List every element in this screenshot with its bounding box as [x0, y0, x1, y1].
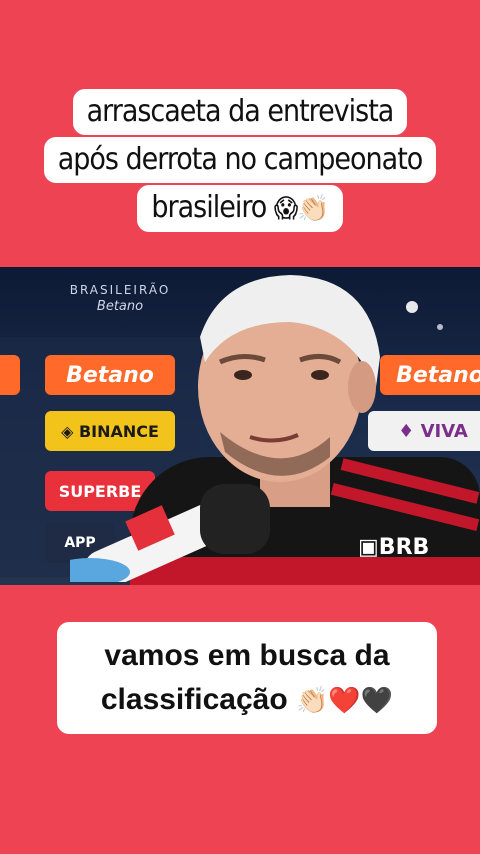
- top-caption: arrascaeta da entrevista após derrota no…: [34, 88, 446, 240]
- ad-betano-edge: [0, 355, 20, 395]
- ad-binance-text: BINANCE: [78, 421, 159, 441]
- top-caption-line-3: brasileiro 😱👏🏻: [137, 185, 343, 232]
- ad-betano-right: Betano: [380, 355, 480, 395]
- top-caption-line-1: arrascaeta da entrevista: [72, 89, 408, 135]
- bottom-caption-line-2-text: classificação: [100, 683, 288, 716]
- shirt-sponsor-logo: ▣BRB: [358, 535, 430, 560]
- clap-heart-emoji-icon: 👏🏻❤️🖤: [296, 685, 394, 715]
- top-caption-line-3-text: brasileiro: [151, 190, 267, 225]
- bottom-caption-line-2: classificação 👏🏻❤️🖤: [57, 678, 437, 722]
- ad-viva-text: VIVA: [420, 420, 468, 442]
- bottom-caption: vamos em busca da classificação 👏🏻❤️🖤: [57, 622, 437, 734]
- bottom-caption-line-1: vamos em busca da: [104, 639, 390, 672]
- top-caption-line-2: após derrota no campeonato: [43, 137, 437, 183]
- microphone-icon: [70, 484, 270, 582]
- ad-betano-left: Betano: [45, 355, 175, 395]
- ad-binance: ◈ BINANCE: [45, 411, 175, 451]
- shirt-sponsor-text: BRB: [378, 535, 430, 560]
- video-frame[interactable]: BRASILEIRÃO Betano Betano ◈ BINANCE SUPE…: [0, 267, 480, 585]
- shock-clap-emoji-icon: 😱👏🏻: [273, 194, 330, 224]
